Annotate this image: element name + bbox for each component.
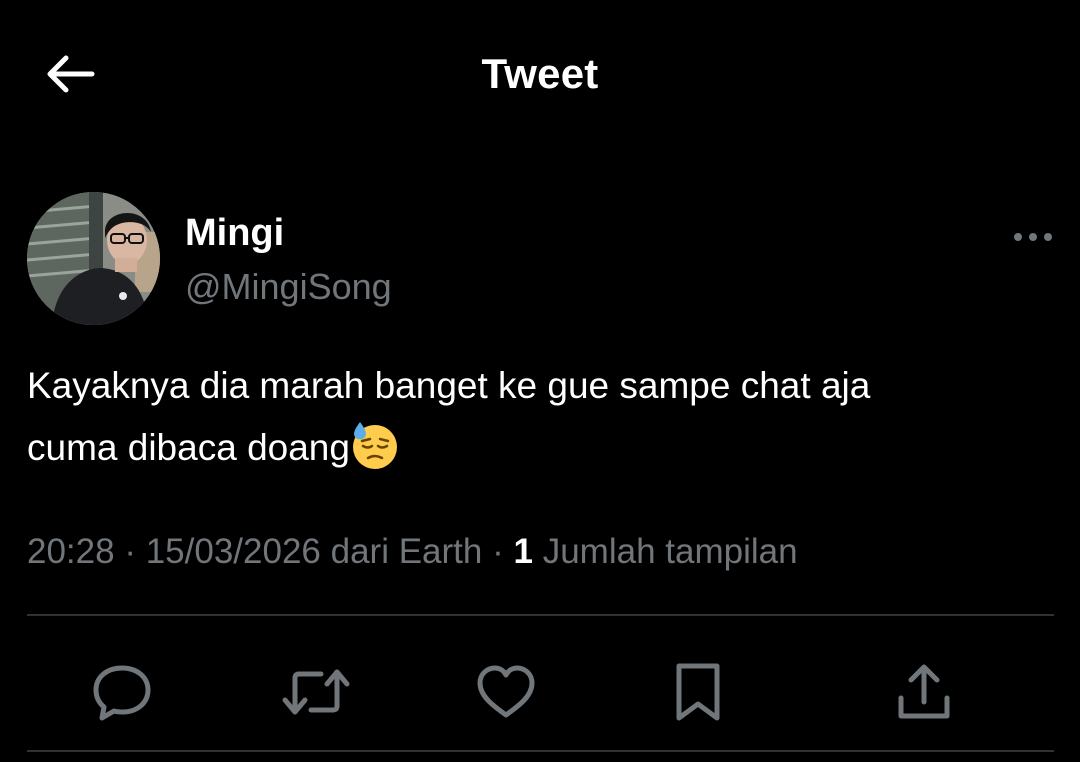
more-horizontal-icon [1014, 233, 1052, 241]
top-bar: Tweet [0, 0, 1080, 150]
author-display-name[interactable]: Mingi [185, 212, 284, 255]
avatar[interactable] [27, 192, 160, 325]
tweet-source: dari Earth [330, 532, 483, 571]
tweet-date[interactable]: 15/03/2026 [146, 532, 321, 571]
meta-separator: · [124, 532, 136, 571]
like-button[interactable] [466, 652, 546, 732]
tweet-meta: 20:28 · 15/03/2026 dari Earth · 1 Jumlah… [27, 532, 798, 572]
divider-bottom [27, 750, 1054, 752]
divider-top [27, 614, 1054, 616]
tweet-text-line-2: cuma dibaca doang [27, 427, 350, 468]
tweet-time[interactable]: 20:28 [27, 532, 115, 571]
reply-button[interactable] [82, 652, 162, 732]
bookmark-icon [676, 663, 720, 721]
tweet-text-line-1: Kayaknya dia marah banget ke gue sampe c… [27, 365, 871, 406]
tweet-actions [0, 640, 1080, 740]
share-button[interactable] [884, 652, 964, 732]
heart-icon [477, 665, 535, 718]
retweet-button[interactable] [276, 652, 356, 732]
tweet-text: Kayaknya dia marah banget ke gue sampe c… [27, 355, 1047, 479]
tweet-author: Mingi @MingiSong [27, 192, 1057, 327]
reply-icon [93, 665, 151, 721]
retweet-icon [282, 669, 350, 715]
avatar-photo [27, 192, 160, 325]
page-title: Tweet [481, 50, 599, 97]
downcast-face-with-sweat-emoji [352, 422, 397, 469]
views-count[interactable]: 1 [514, 532, 533, 571]
views-label[interactable]: Jumlah tampilan [543, 532, 798, 571]
more-options-button[interactable] [1009, 224, 1057, 250]
bookmark-button[interactable] [658, 652, 738, 732]
meta-separator: · [492, 532, 504, 571]
share-icon [898, 664, 950, 719]
author-handle[interactable]: @MingiSong [185, 266, 392, 308]
